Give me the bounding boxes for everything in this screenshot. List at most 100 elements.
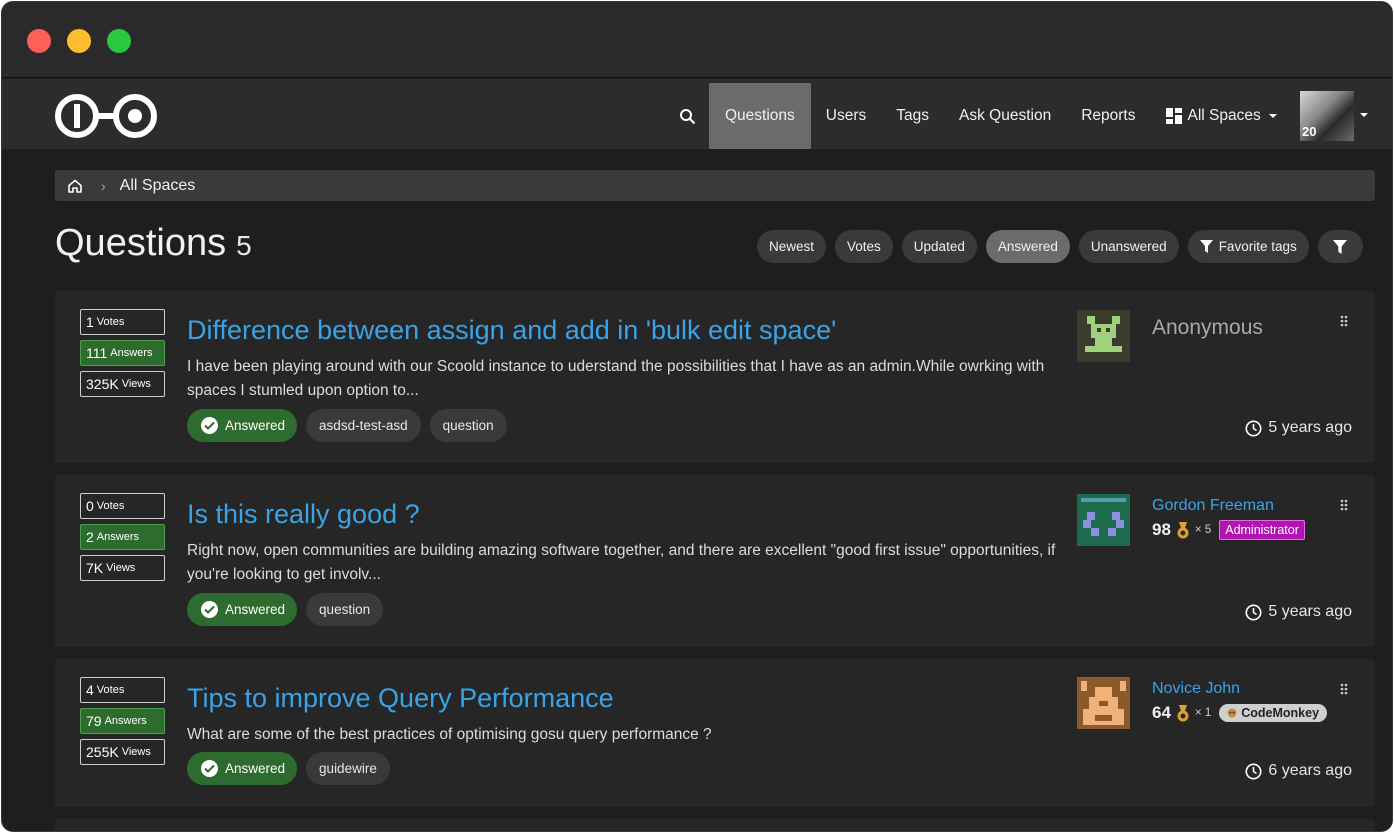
question-tags: Answered asdsd-test-asd question [187, 409, 507, 442]
advanced-filter-button[interactable] [1317, 230, 1363, 263]
check-circle-icon [201, 760, 218, 777]
spaces-label: All Spaces [1187, 107, 1261, 124]
question-card [55, 819, 1375, 831]
filter-favorite-tags[interactable]: Favorite tags [1187, 230, 1309, 263]
nav-tags[interactable]: Tags [881, 83, 944, 149]
question-tags: Answered question [187, 593, 384, 626]
medal-icon [1177, 704, 1189, 721]
scoold-logo[interactable] [53, 92, 159, 140]
grid-icon [1165, 108, 1182, 124]
question-card: 0 Votes 2 Answers 7K Views Is this really g… [55, 475, 1375, 647]
nav-ask-question[interactable]: Ask Question [944, 83, 1066, 149]
votes-stat: 1 Votes [80, 309, 165, 335]
drag-handle-icon[interactable] [1340, 315, 1348, 327]
monkey-icon [1227, 708, 1237, 718]
filter-unanswered[interactable]: Unanswered [1078, 230, 1179, 263]
reputation-score: 64 [1152, 703, 1171, 722]
answered-badge[interactable]: Answered [187, 752, 298, 785]
close-window-button[interactable] [27, 29, 51, 53]
clock-icon [1245, 604, 1262, 620]
views-stat: 255K Views [80, 739, 165, 765]
answers-stat: 2 Answers [80, 524, 165, 550]
sort-filters: Newest Votes Updated Answered Unanswered… [757, 230, 1363, 263]
window-titlebar [2, 2, 1392, 78]
medal-count: × 1 [1194, 707, 1212, 719]
votes-stat: 0 Votes [80, 493, 165, 519]
caret-down-icon [1268, 114, 1277, 118]
question-tags: Answered guidewire [187, 752, 390, 785]
question-timestamp: 6 years ago [1245, 762, 1352, 780]
author-avatar[interactable] [1077, 494, 1130, 546]
check-circle-icon [201, 601, 218, 618]
tag-chip[interactable]: question [306, 593, 384, 626]
breadcrumb-all-spaces[interactable]: All Spaces [120, 177, 196, 195]
views-stat: 325K Views [80, 371, 165, 397]
filter-answered[interactable]: Answered [985, 230, 1070, 263]
search-icon[interactable] [665, 83, 709, 149]
votes-stat: 4 Votes [80, 677, 165, 703]
medal-count: × 5 [1194, 524, 1212, 536]
drag-handle-icon[interactable] [1340, 683, 1348, 695]
views-stat: 7K Views [80, 555, 165, 581]
nav-users[interactable]: Users [811, 83, 881, 149]
main-nav: Questions Users Tags Ask Question Report… [665, 83, 1294, 149]
author-name-link[interactable]: Novice John [1152, 680, 1240, 698]
answered-badge[interactable]: Answered [187, 409, 298, 442]
clock-icon [1245, 420, 1262, 436]
author-reputation: 64 × 1 CodeMonkey [1152, 703, 1328, 723]
question-excerpt: Right now, open communities are building… [187, 542, 1056, 583]
author-avatar[interactable] [1077, 310, 1130, 362]
author-name-link[interactable]: Gordon Freeman [1152, 497, 1274, 515]
question-count: 5 [236, 230, 252, 261]
administrator-badge: Administrator [1219, 520, 1305, 540]
breadcrumb: › All Spaces [55, 170, 1375, 201]
maximize-window-button[interactable] [107, 29, 131, 53]
author-reputation: 98 × 5 Administrator [1152, 520, 1305, 540]
question-timestamp: 5 years ago [1245, 419, 1352, 437]
page-title-text: Questions [55, 222, 227, 264]
favorite-tags-label: Favorite tags [1218, 239, 1297, 254]
author-avatar[interactable] [1077, 677, 1130, 729]
clock-icon [1245, 763, 1262, 779]
question-title-link[interactable]: Is this really good ? [187, 499, 420, 530]
question-card: 4 Votes 79 Answers 255K Views Tips to impro… [55, 659, 1375, 807]
top-navbar: Questions Users Tags Ask Question Report… [2, 79, 1392, 149]
home-icon[interactable] [67, 177, 85, 195]
codemonkey-badge: CodeMonkey [1219, 704, 1328, 722]
filter-updated[interactable]: Updated [901, 230, 977, 263]
spaces-dropdown[interactable]: All Spaces [1151, 83, 1294, 149]
answered-badge[interactable]: Answered [187, 593, 298, 626]
nav-reports[interactable]: Reports [1066, 83, 1150, 149]
filter-votes[interactable]: Votes [835, 230, 893, 263]
answers-stat: 111 Answers [80, 340, 165, 366]
question-title-link[interactable]: Difference between assign and add in 'bu… [187, 315, 836, 346]
check-circle-icon [201, 417, 218, 434]
tag-chip[interactable]: question [429, 409, 507, 442]
question-card: 1 Votes 111 Answers 325K Views Difference b… [55, 291, 1375, 463]
question-stats: 1 Votes 111 Answers 325K Views [80, 309, 165, 402]
page-title: Questions 5 [55, 222, 252, 265]
question-timestamp: 5 years ago [1245, 603, 1352, 621]
filter-newest[interactable]: Newest [757, 230, 827, 263]
tag-chip[interactable]: guidewire [306, 752, 390, 785]
chevron-right-icon: › [101, 177, 106, 194]
avatar-badge: 20 [1302, 124, 1317, 139]
question-stats: 0 Votes 2 Answers 7K Views [80, 493, 165, 586]
browser-window: Questions Users Tags Ask Question Report… [1, 1, 1393, 832]
user-avatar[interactable]: 20 [1300, 91, 1354, 141]
funnel-icon [1333, 239, 1348, 254]
tag-chip[interactable]: asdsd-test-asd [306, 409, 421, 442]
minimize-window-button[interactable] [67, 29, 91, 53]
funnel-icon [1199, 240, 1213, 253]
reputation-score: 98 [1152, 520, 1171, 539]
medal-icon [1177, 521, 1189, 538]
nav-questions[interactable]: Questions [709, 83, 811, 149]
question-title-link[interactable]: Tips to improve Query Performance [187, 683, 614, 714]
question-stats: 4 Votes 79 Answers 255K Views [80, 677, 165, 770]
drag-handle-icon[interactable] [1340, 499, 1348, 511]
caret-down-icon[interactable] [1359, 112, 1369, 119]
question-excerpt: I have been playing around with our Scoo… [187, 358, 1045, 399]
author-name: Anonymous [1152, 316, 1263, 339]
question-excerpt: What are some of the best practices of o… [187, 726, 712, 743]
answers-stat: 79 Answers [80, 708, 165, 734]
